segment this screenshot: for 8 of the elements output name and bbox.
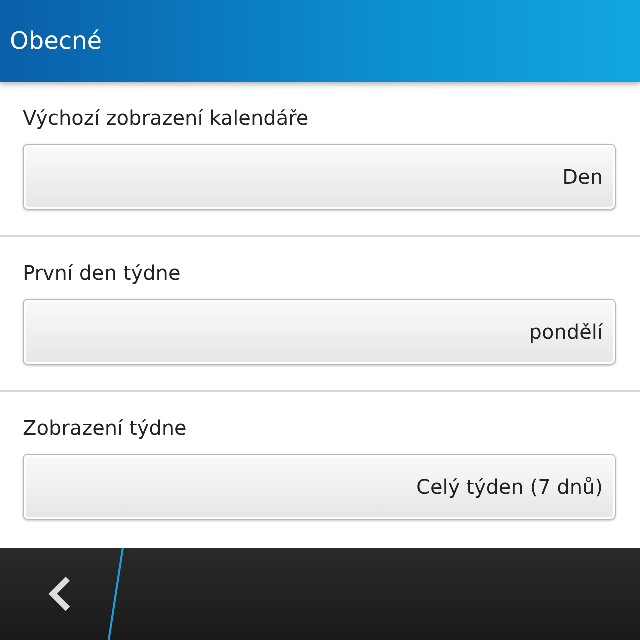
dropdown[interactable]: Den — [23, 144, 616, 210]
back-chevron-icon — [48, 576, 72, 612]
dropdown[interactable]: Celý týden (7 dnů) — [23, 454, 616, 520]
page-title: Obecné — [10, 27, 102, 55]
setting-label: Zobrazení týdne — [23, 416, 188, 440]
setting-label: Výchozí zobrazení kalendáře — [23, 106, 310, 130]
dropdown[interactable]: pondělí — [23, 299, 616, 365]
setting-label: První den týdne — [23, 261, 182, 285]
